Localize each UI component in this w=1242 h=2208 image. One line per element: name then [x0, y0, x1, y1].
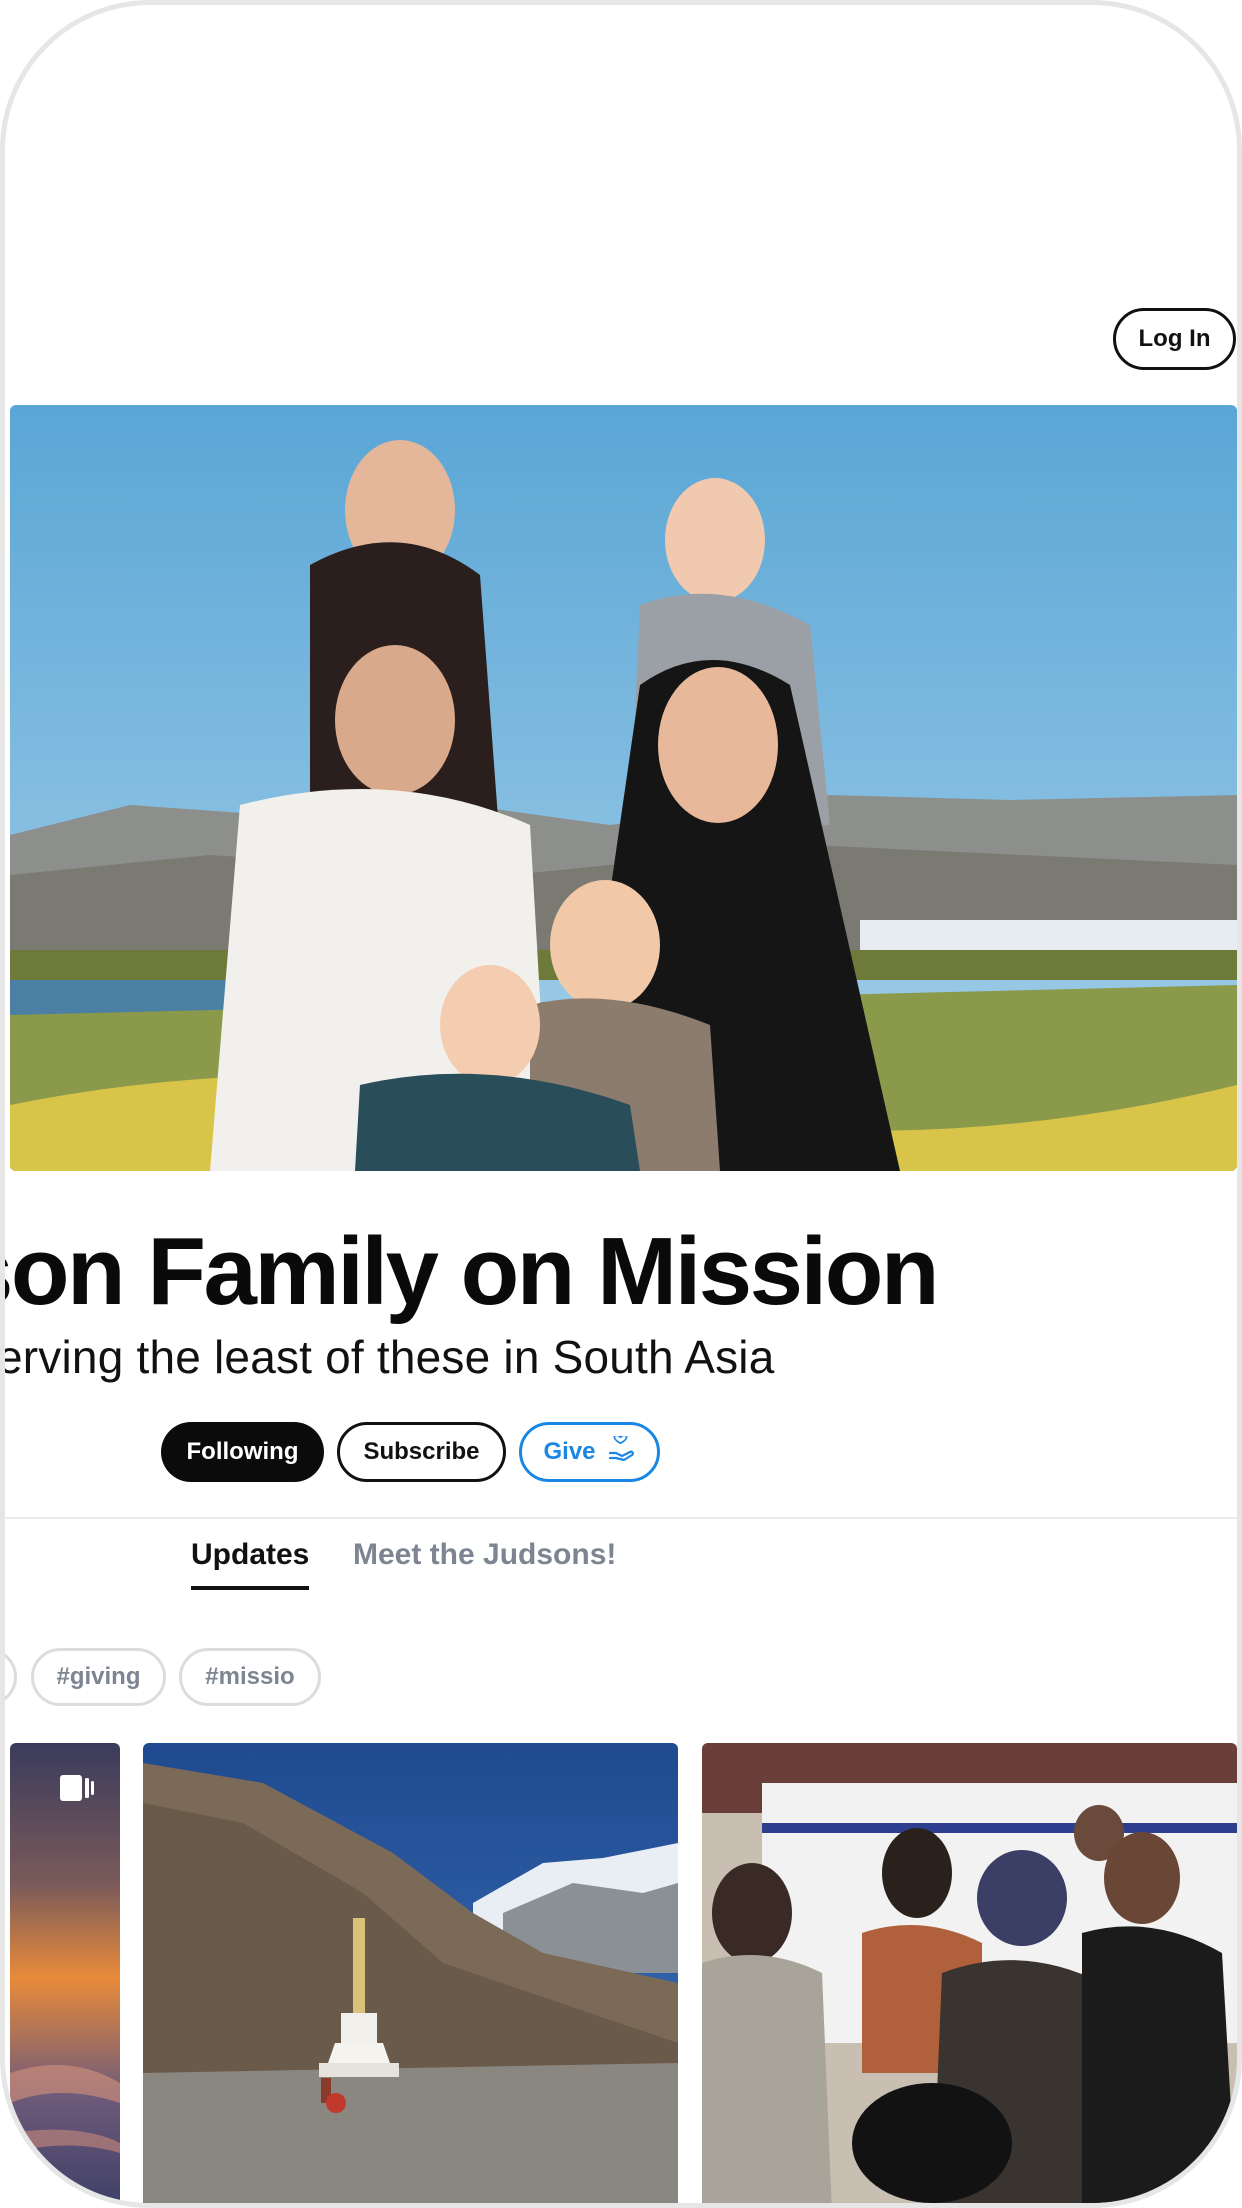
login-button[interactable]: Log In: [1113, 308, 1236, 370]
tag-chip-missio[interactable]: #missio: [179, 1648, 321, 1706]
tab-meet-label: Meet the Judsons!: [353, 1538, 617, 1571]
device-frame: Log In son Family on Mission erving the …: [0, 0, 1242, 2208]
following-label: Following: [186, 1438, 299, 1465]
tag-chip-giving[interactable]: #giving: [31, 1648, 166, 1706]
subscribe-button[interactable]: Subscribe: [337, 1422, 506, 1482]
following-button[interactable]: Following: [161, 1422, 324, 1482]
subscribe-label: Subscribe: [363, 1438, 480, 1465]
page-title: son Family on Mission: [0, 1218, 939, 1325]
tag-label: #giving: [56, 1663, 141, 1690]
give-button[interactable]: Give: [519, 1422, 660, 1482]
post-card-mountain-stupa[interactable]: [143, 1743, 678, 2203]
hero-cover-photo: [10, 405, 1237, 1171]
tab-updates[interactable]: Updates: [191, 1538, 310, 1590]
active-tab-indicator: [191, 1586, 310, 1590]
tab-meet-the-judsons[interactable]: Meet the Judsons!: [353, 1538, 616, 1572]
tab-updates-label: Updates: [191, 1538, 310, 1571]
page-subtitle: erving the least of these in South Asia: [0, 1331, 775, 1383]
post-card-street-scene[interactable]: [702, 1743, 1237, 2203]
tag-chip-partial[interactable]: [5, 1648, 17, 1706]
section-divider: [5, 1517, 1237, 1519]
multiple-images-icon: [60, 1773, 96, 1803]
tag-label: #missio: [205, 1663, 295, 1690]
post-card-sunset[interactable]: [10, 1743, 120, 2203]
hand-heart-icon: [608, 1434, 636, 1469]
give-label: Give: [543, 1438, 596, 1465]
